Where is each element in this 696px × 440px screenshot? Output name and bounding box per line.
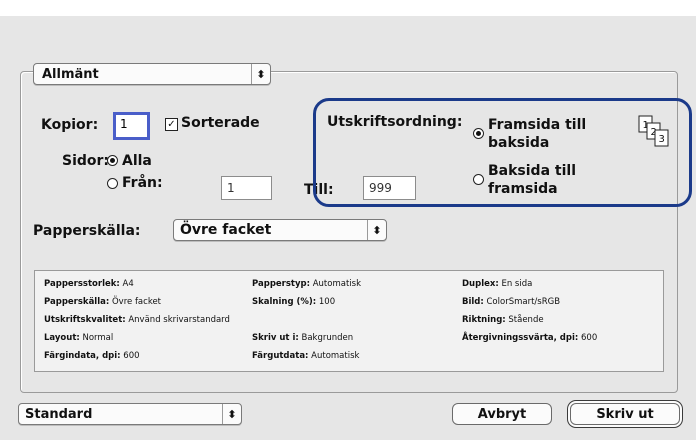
summary-cell: Pappersstorlek: A4 — [44, 279, 134, 289]
pages-all-label: Alla — [122, 153, 152, 169]
summary-cell: Färgutdata: Automatisk — [252, 351, 360, 361]
back-to-front-line1: Baksida till — [488, 163, 576, 179]
print-order-label: Utskriftsordning: — [327, 114, 463, 130]
pages-label: Sidor: — [62, 153, 110, 169]
back-to-front-radio[interactable] — [473, 174, 484, 185]
summary-cell: Utskriftskvalitet: Använd skrivarstandar… — [44, 315, 230, 325]
copies-field[interactable]: 1 — [113, 112, 150, 140]
popup-arrows-icon: ⬍ — [222, 404, 241, 424]
summary-cell: Layout: Normal — [44, 333, 114, 343]
paper-source-popup[interactable]: Övre facket ⬍ — [173, 219, 387, 241]
paper-source-value: Övre facket — [180, 222, 272, 238]
front-to-back-label: Framsida till baksida — [488, 116, 586, 152]
front-to-back-radio[interactable] — [473, 128, 484, 139]
pages-from-field[interactable]: 1 — [221, 176, 272, 200]
front-to-back-line1: Framsida till — [488, 117, 587, 133]
pages-from-radio[interactable] — [107, 178, 118, 189]
popup-arrows-icon: ⬍ — [251, 64, 270, 84]
summary-cell: Skriv ut i: Bakgrunden — [252, 333, 354, 343]
popup-arrows-icon: ⬍ — [367, 220, 386, 240]
preset-popup[interactable]: Standard ⬍ — [18, 403, 242, 425]
back-to-front-label: Baksida till framsida — [488, 162, 576, 198]
summary-cell: Färgindata, dpi: 600 — [44, 351, 140, 361]
paper-source-label: Papperskälla: — [33, 223, 141, 239]
summary-cell: Papperskälla: Övre facket — [44, 297, 162, 307]
svg-text:3: 3 — [659, 134, 665, 145]
summary-cell: Återgivningssvärta, dpi: 600 — [462, 333, 598, 343]
pages-from-label: Från: — [122, 175, 163, 191]
section-popup[interactable]: Allmänt ⬍ — [33, 63, 271, 85]
dialog-top-strip — [0, 0, 696, 16]
page-order-icon: 1 2 3 — [638, 115, 669, 147]
back-to-front-line2: framsida — [488, 181, 558, 197]
summary-cell: Duplex: En sida — [462, 279, 533, 289]
collated-checkbox[interactable]: ✓ — [165, 118, 178, 131]
copies-label: Kopior: — [41, 117, 99, 133]
print-dialog: Allmänt ⬍ Kopior: 1 ✓ Sorterade Sidor: A… — [0, 0, 696, 440]
summary-cell: Papperstyp: Automatisk — [252, 279, 361, 289]
pages-all-radio[interactable] — [107, 155, 118, 166]
collated-label: Sorterade — [181, 115, 260, 131]
summary-cell: Riktning: Stående — [462, 315, 544, 325]
settings-summary: Pappersstorlek: A4 Papperstyp: Automatis… — [34, 270, 664, 372]
section-popup-label: Allmänt — [42, 66, 99, 82]
summary-cell: Bild: ColorSmart/sRGB — [462, 297, 561, 307]
cancel-button[interactable]: Avbryt — [452, 403, 552, 425]
front-to-back-line2: baksida — [488, 135, 550, 151]
summary-cell: Skalning (%): 100 — [252, 297, 336, 307]
preset-popup-label: Standard — [25, 406, 93, 422]
print-button[interactable]: Skriv ut — [570, 403, 680, 425]
